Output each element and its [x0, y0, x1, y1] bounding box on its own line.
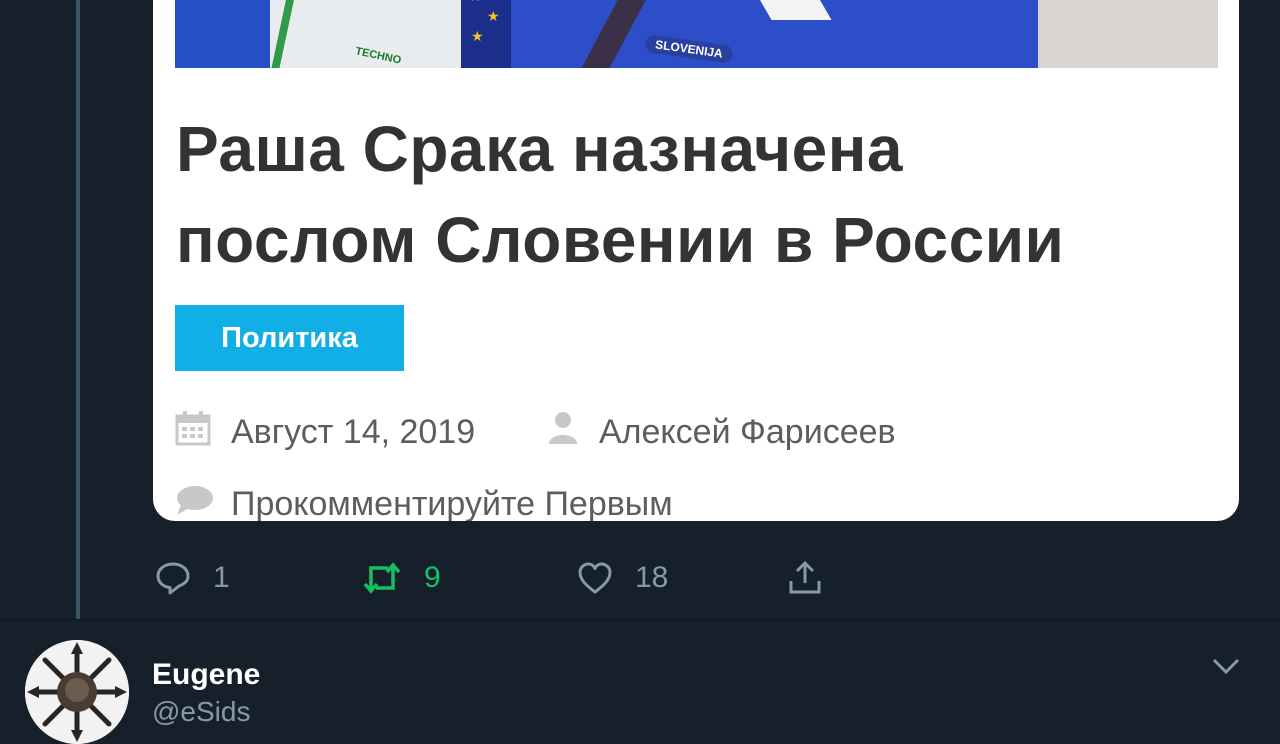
reply-button[interactable]: 1 — [155, 558, 230, 598]
next-tweet[interactable]: Eugene @eSids — [0, 620, 1280, 744]
headline-line-1: Раша Срака назначена — [176, 113, 903, 185]
comment-prompt[interactable]: Прокомментируйте Первым — [175, 480, 673, 521]
article-photo: TECHNO ★ ★ ★ SLOVENIJA — [175, 0, 1218, 68]
display-name[interactable]: Eugene — [152, 658, 260, 692]
chaos-star-avatar-icon — [25, 640, 129, 744]
eu-flag-strap: ★ ★ ★ — [461, 0, 511, 68]
user-icon — [547, 410, 579, 459]
like-count: 18 — [635, 561, 669, 594]
category-tag[interactable]: Политика — [175, 305, 404, 371]
comment-bubble-icon — [175, 482, 215, 521]
calendar-icon — [175, 410, 211, 459]
article-date: Август 14, 2019 — [175, 408, 475, 459]
retweet-count: 9 — [424, 561, 441, 594]
thread-line — [76, 0, 80, 628]
headline-line-2: послом Словении в России — [176, 204, 1065, 276]
share-button[interactable] — [787, 558, 845, 598]
share-icon — [789, 560, 821, 594]
link-preview-card[interactable]: TECHNO ★ ★ ★ SLOVENIJA Раша Срака назнач… — [153, 0, 1239, 521]
avatar[interactable] — [25, 640, 129, 744]
user-handle[interactable]: @eSids — [152, 696, 250, 728]
retweet-button[interactable]: 9 — [362, 558, 441, 598]
like-button[interactable]: 18 — [577, 558, 668, 598]
retweet-icon — [363, 562, 401, 594]
chevron-down-icon[interactable] — [1210, 654, 1242, 678]
article-headline[interactable]: Раша Срака назначена послом Словении в Р… — [176, 104, 1216, 286]
date-text: Август 14, 2019 — [231, 413, 476, 451]
author-text: Алексей Фарисеев — [599, 413, 896, 451]
comment-prompt-text: Прокомментируйте Первым — [231, 485, 673, 521]
heart-icon — [578, 562, 612, 594]
reply-count: 1 — [213, 561, 230, 594]
article-author: Алексей Фарисеев — [547, 408, 896, 459]
reply-icon — [156, 562, 190, 595]
